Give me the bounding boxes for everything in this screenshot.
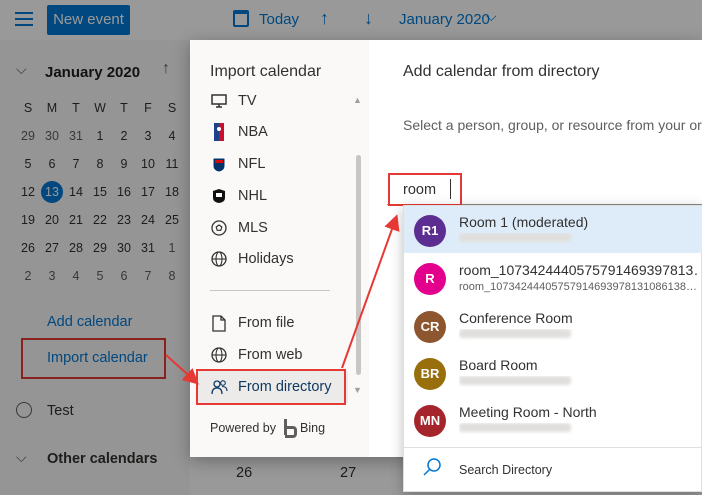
result-name: Conference Room <box>459 310 573 326</box>
result-item[interactable]: R1 Room 1 (moderated) <box>404 206 702 253</box>
panel-description: Select a person, group, or resource from… <box>403 117 702 133</box>
annotation-highlight-box <box>196 369 346 405</box>
result-name: Board Room <box>459 357 538 373</box>
result-email-redacted <box>459 329 699 341</box>
scrollbar-thumb[interactable] <box>356 155 361 375</box>
result-email-redacted <box>459 376 699 388</box>
nba-icon <box>210 123 228 141</box>
menu-item-tv[interactable]: TV <box>210 87 257 115</box>
result-name: room_1073424440575791469397813… <box>459 262 699 278</box>
globe-icon <box>210 250 228 268</box>
menu-item-from-file[interactable]: From file <box>210 309 294 337</box>
menu-item-label: NBA <box>238 124 268 140</box>
menu-item-nhl[interactable]: NHL <box>210 182 267 210</box>
result-item[interactable]: MN Meeting Room - North <box>404 396 702 443</box>
menu-item-label: NFL <box>238 156 266 172</box>
dialog-title: Import calendar <box>210 63 322 80</box>
result-email-redacted <box>459 233 699 245</box>
menu-item-nba[interactable]: NBA <box>210 118 268 146</box>
result-item[interactable]: BR Board Room <box>404 349 702 396</box>
nhl-icon <box>210 187 228 205</box>
menu-item-holidays[interactable]: Holidays <box>210 245 294 273</box>
file-icon <box>210 314 228 332</box>
nfl-icon <box>210 155 228 173</box>
scroll-up-icon[interactable]: ▲ <box>353 95 362 105</box>
avatar: MN <box>414 405 446 437</box>
menu-item-label: TV <box>238 93 257 109</box>
avatar: CR <box>414 311 446 343</box>
result-name: Room 1 (moderated) <box>459 214 589 230</box>
menu-item-label: From web <box>238 347 303 363</box>
powered-by-bing: Powered by Bing <box>210 419 326 438</box>
globe-icon <box>210 346 228 364</box>
search-results-dropdown: R1 Room 1 (moderated) R room_10734244405… <box>403 205 702 492</box>
annotation-highlight-box <box>388 173 462 206</box>
search-icon[interactable] <box>422 457 442 477</box>
powered-by-label: Powered by <box>210 421 277 435</box>
result-item[interactable]: R room_1073424440575791469397813… room_1… <box>404 254 702 301</box>
tv-icon <box>210 92 228 110</box>
result-email-redacted <box>459 423 699 435</box>
avatar: R1 <box>414 215 446 247</box>
result-item[interactable]: CR Conference Room <box>404 302 702 349</box>
menu-item-label: NHL <box>238 188 268 204</box>
menu-item-label: Holidays <box>238 251 294 267</box>
panel-title: Add calendar from directory <box>403 63 600 80</box>
menu-item-from-web[interactable]: From web <box>210 341 302 369</box>
bing-label: Bing <box>300 421 326 435</box>
result-name: Meeting Room - North <box>459 404 597 420</box>
avatar: BR <box>414 358 446 390</box>
result-email: room_10734244405757914693978131086138… <box>459 281 697 293</box>
avatar: R <box>414 263 446 295</box>
menu-divider <box>210 290 330 291</box>
menu-item-nfl[interactable]: NFL <box>210 150 265 178</box>
search-directory-button[interactable]: Search Directory <box>459 463 552 477</box>
menu-item-mls[interactable]: MLS <box>210 214 268 242</box>
menu-item-label: From file <box>238 315 295 331</box>
mls-icon <box>210 219 228 237</box>
scroll-down-icon[interactable]: ▼ <box>353 385 362 395</box>
dropdown-divider <box>404 447 701 448</box>
import-source-menu: Import calendar ▲ ▼ TV NBA NFL NHL MLS H… <box>190 40 369 457</box>
bing-logo-icon <box>284 419 298 438</box>
menu-item-label: MLS <box>238 220 268 236</box>
